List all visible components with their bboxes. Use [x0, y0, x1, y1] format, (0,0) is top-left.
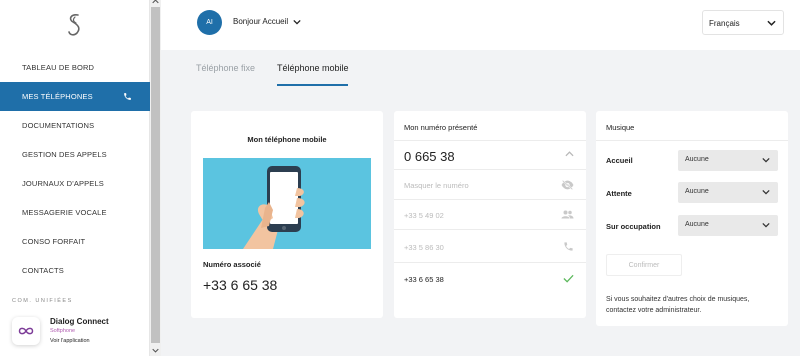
music-label-sur-occupation: Sur occupation [606, 222, 661, 231]
sidebar-item-label: TABLEAU DE BORD [22, 63, 95, 72]
check-icon [563, 274, 574, 283]
user-menu-label[interactable]: Bonjour Accueil [233, 17, 288, 26]
sidebar-item-gestion-des-appels[interactable]: GESTION DES APPELS [0, 140, 150, 169]
logo-icon [68, 14, 80, 36]
language-select[interactable]: Français [702, 10, 784, 35]
app-icon [12, 317, 40, 345]
associated-number-label: Numéro associé [203, 260, 261, 269]
music-label-attente: Attente [606, 189, 632, 198]
option-number-3[interactable]: +33 6 65 38 [394, 262, 586, 294]
option-number-2[interactable]: +33 5 86 30 [394, 229, 586, 262]
mobile-phone-card: Mon téléphone mobile Numéro associé +33 … [191, 111, 383, 318]
sidebar-item-label: CONSO FORFAIT [22, 237, 86, 246]
option-label: +33 5 86 30 [404, 243, 444, 252]
music-select-accueil[interactable]: Aucune [678, 150, 778, 171]
sidebar: TABLEAU DE BORD MES TÉLÉPHONES DOCUMENTA… [0, 0, 150, 356]
sidebar-item-mes-telephones[interactable]: MES TÉLÉPHONES [0, 82, 150, 111]
logo[interactable] [0, 0, 150, 50]
chevron-down-icon [762, 189, 770, 195]
chevron-up-icon [565, 151, 574, 157]
sidebar-nav: TABLEAU DE BORD MES TÉLÉPHONES DOCUMENTA… [0, 53, 150, 285]
phone-illustration [203, 158, 371, 249]
tab-telephone-mobile[interactable]: Téléphone mobile [277, 63, 349, 73]
presented-number-card: Mon numéro présenté 0 665 38 Masquer le … [394, 111, 586, 318]
select-value: Aucune [685, 156, 709, 163]
chevron-down-icon [767, 20, 776, 26]
sidebar-item-label: MES TÉLÉPHONES [22, 92, 93, 101]
sidebar-item-journaux-appels[interactable]: JOURNAUX D'APPELS [0, 169, 150, 198]
language-value: Français [709, 19, 740, 28]
header: AI Bonjour Accueil Français [161, 0, 800, 50]
option-label: +33 6 65 38 [404, 275, 444, 284]
sidebar-item-documentations[interactable]: DOCUMENTATIONS [0, 111, 150, 140]
card-title: Mon téléphone mobile [247, 135, 327, 144]
sidebar-item-contacts[interactable]: CONTACTS [0, 256, 150, 285]
scrollbar[interactable] [150, 0, 161, 356]
music-note: Si vous souhaitez d'autres choix de musi… [606, 296, 750, 314]
select-value: Aucune [685, 188, 709, 195]
sidebar-item-label: JOURNAUX D'APPELS [22, 179, 104, 188]
card-title: Mon numéro présenté [404, 123, 478, 132]
group-icon [561, 210, 574, 219]
sidebar-item-label: MESSAGERIE VOCALE [22, 208, 107, 217]
eye-slash-icon [561, 180, 574, 190]
sidebar-item-label: GESTION DES APPELS [22, 150, 107, 159]
option-masquer[interactable]: Masquer le numéro [394, 169, 586, 199]
tab-telephone-fixe[interactable]: Téléphone fixe [196, 63, 255, 73]
scroll-down-icon[interactable] [151, 346, 160, 354]
sidebar-item-messagerie-vocale[interactable]: MESSAGERIE VOCALE [0, 198, 150, 227]
phone-icon [124, 93, 131, 100]
chevron-down-icon [762, 222, 770, 228]
music-select-sur-occupation[interactable]: Aucune [678, 215, 778, 236]
phone-icon [564, 242, 573, 251]
infinity-icon [18, 327, 34, 335]
sidebar-item-conso-forfait[interactable]: CONSO FORFAIT [0, 227, 150, 256]
option-label: +33 5 49 02 [404, 211, 444, 220]
music-card: Musique Accueil Aucune Attente Aucune Su… [596, 111, 788, 326]
music-label-accueil: Accueil [606, 156, 633, 165]
sidebar-item-label: DOCUMENTATIONS [22, 121, 95, 130]
active-tab-indicator [277, 84, 348, 86]
card-title: Musique [606, 123, 635, 132]
confirm-button[interactable]: Confirmer [606, 254, 682, 276]
avatar[interactable]: AI [197, 10, 222, 35]
presented-number-select[interactable]: 0 665 38 [394, 140, 586, 169]
select-value: Aucune [685, 221, 709, 228]
app-card-dialog-connect[interactable]: Dialog Connect Softphone Voir l'applicat… [12, 314, 142, 348]
sidebar-item-tableau-de-bord[interactable]: TABLEAU DE BORD [0, 53, 150, 82]
selected-number: 0 665 38 [404, 149, 455, 164]
app-subtitle: Softphone [50, 328, 76, 334]
associated-number: +33 6 65 38 [203, 277, 278, 293]
chevron-down-icon[interactable] [293, 19, 301, 25]
option-label: Masquer le numéro [404, 181, 469, 190]
app-link[interactable]: Voir l'application [50, 338, 90, 344]
app-title: Dialog Connect [50, 317, 109, 326]
sidebar-item-label: CONTACTS [22, 266, 64, 275]
music-select-attente[interactable]: Aucune [678, 182, 778, 203]
scroll-up-icon[interactable] [151, 0, 160, 6]
divider [596, 140, 788, 141]
option-number-1[interactable]: +33 5 49 02 [394, 199, 586, 229]
section-label: COM. UNIFIÉES [12, 298, 73, 304]
chevron-down-icon [762, 157, 770, 163]
scroll-thumb[interactable] [151, 7, 160, 343]
